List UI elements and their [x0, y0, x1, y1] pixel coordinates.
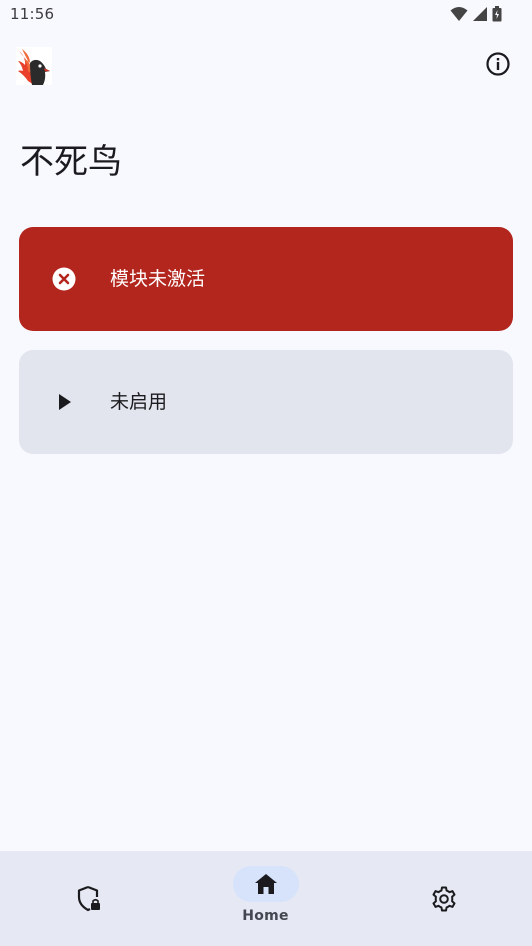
nav-item-settings[interactable]: [355, 851, 532, 946]
play-icon: [50, 388, 78, 416]
shield-lock-icon: [74, 884, 104, 914]
error-circle-icon: [50, 265, 78, 293]
bottom-nav: Home: [0, 851, 532, 946]
enable-label: 未启用: [110, 391, 168, 413]
phoenix-logo: [16, 47, 52, 85]
status-time: 11:56: [10, 5, 55, 23]
status-bar: 11:56: [0, 0, 532, 30]
signal-icon: [472, 6, 488, 26]
app-bar: [0, 40, 532, 96]
info-icon: [485, 51, 511, 81]
enable-card[interactable]: 未启用: [19, 350, 513, 454]
battery-icon: [492, 6, 502, 26]
wifi-icon: [450, 6, 468, 26]
page-title: 不死鸟: [20, 142, 122, 182]
gear-icon: [429, 884, 459, 914]
nav-item-home[interactable]: Home: [177, 851, 354, 946]
home-icon: [251, 869, 281, 899]
nav-item-shield[interactable]: [0, 851, 177, 946]
module-status-label: 模块未激活: [110, 268, 206, 290]
status-icons: [450, 6, 502, 26]
nav-label-home: Home: [242, 908, 289, 924]
info-button[interactable]: [484, 52, 512, 80]
module-status-card[interactable]: 模块未激活: [19, 227, 513, 331]
